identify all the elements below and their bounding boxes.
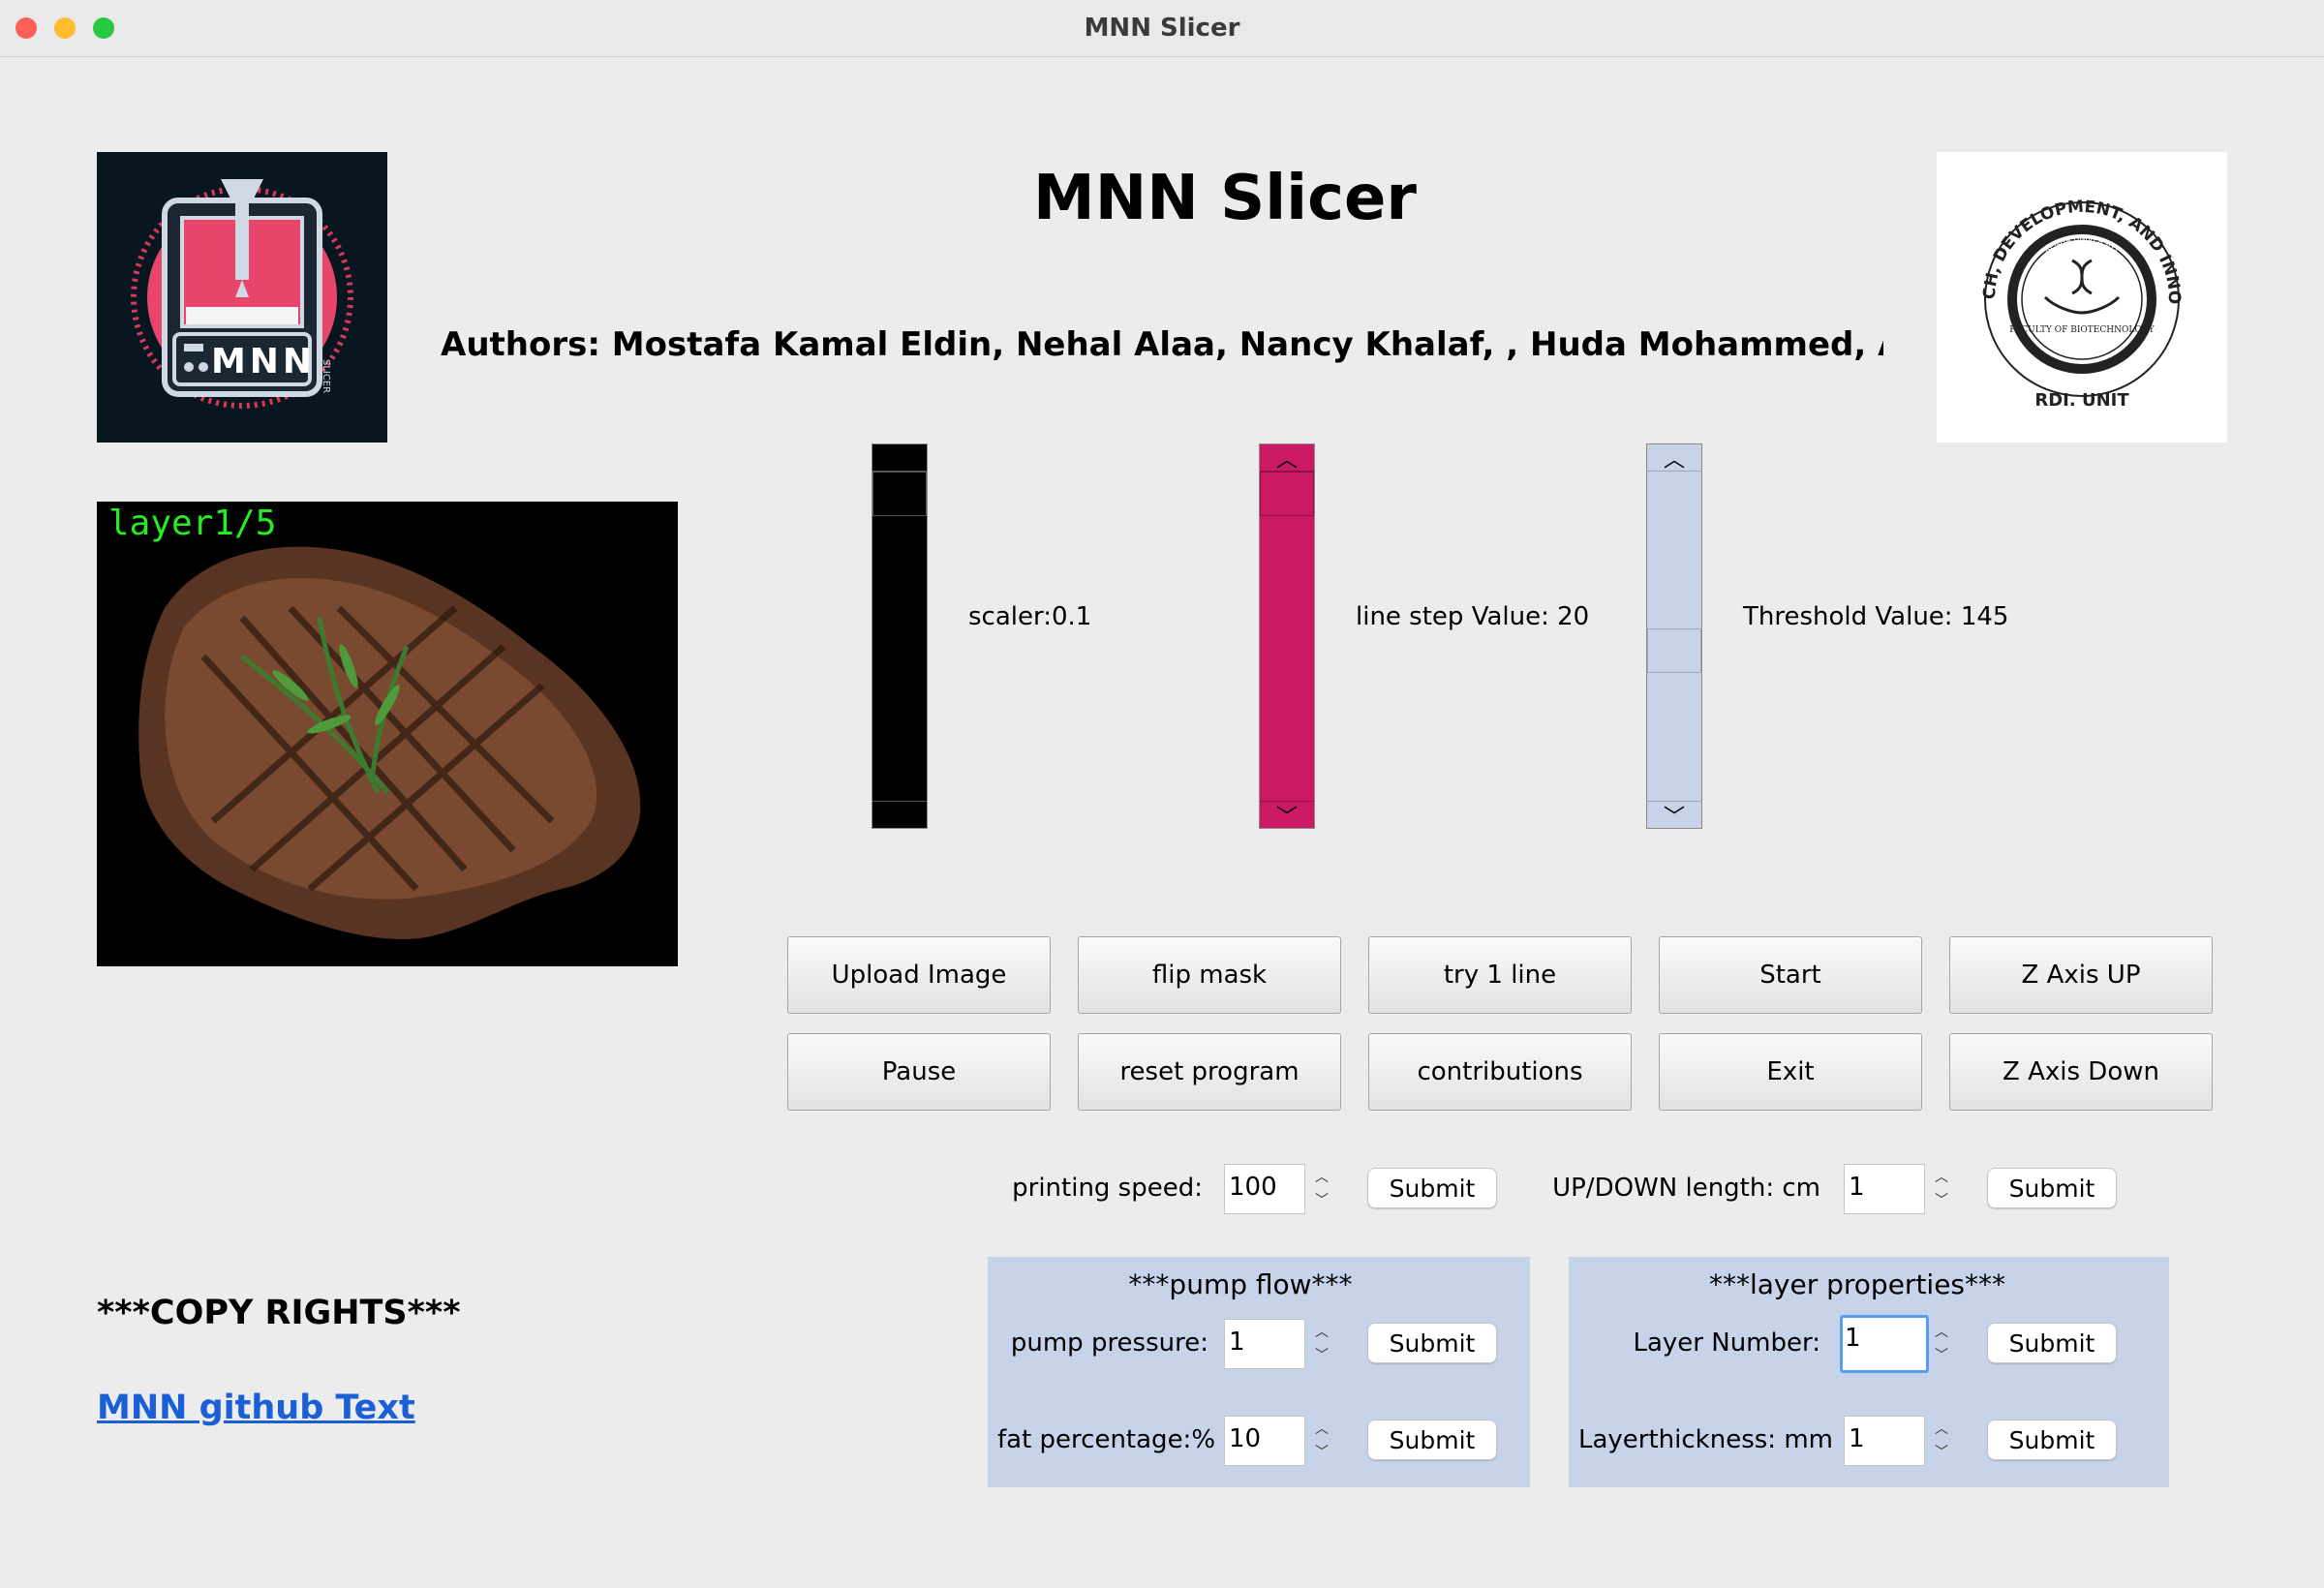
pump-pressure-input[interactable]: 1: [1224, 1319, 1305, 1369]
printer-logo-icon: MNN SLICER: [131, 179, 353, 409]
updown-length-input[interactable]: 1: [1844, 1164, 1925, 1214]
stepper-down-icon[interactable]: ﹀: [1315, 1191, 1329, 1210]
svg-text:FACULTY OF BIOTECHNOLOGY: FACULTY OF BIOTECHNOLOGY: [2009, 325, 2155, 335]
stepper-up-icon[interactable]: ︿: [1315, 1420, 1329, 1439]
rdi-unit-logo: RESEARCH, DEVELOPMENT, AND INNOVATION BE…: [1930, 137, 2227, 443]
window-title: MNN Slicer: [1084, 14, 1240, 43]
svg-text:MNN: MNN: [211, 342, 316, 382]
stepper-up-icon[interactable]: ︿: [1315, 1168, 1329, 1187]
flip-mask-button[interactable]: flip mask: [1078, 936, 1341, 1014]
updown-length-stepper[interactable]: ︿ ﹀: [1931, 1168, 1952, 1210]
pause-button[interactable]: Pause: [787, 1033, 1051, 1111]
fat-percentage-submit-button[interactable]: Submit: [1367, 1420, 1497, 1460]
stepper-up-icon[interactable]: ︿: [1315, 1323, 1329, 1342]
stepper-down-icon[interactable]: ﹀: [1935, 1346, 1948, 1365]
fat-percentage-label: fat percentage:%: [997, 1425, 1216, 1454]
authors-text: Authors: Mostafa Kamal Eldin, Nehal Alaa…: [441, 325, 1883, 364]
upload-image-button[interactable]: Upload Image: [787, 936, 1051, 1014]
svg-text:SLICER: SLICER: [321, 359, 331, 393]
layer-indicator: layer1/5: [108, 504, 277, 543]
line-step-slider-thumb[interactable]: [1260, 472, 1314, 516]
pump-pressure-submit-button[interactable]: Submit: [1367, 1323, 1497, 1363]
copyright-text: ***COPY RIGHTS***: [97, 1294, 461, 1332]
pump-pressure-label: pump pressure:: [1010, 1328, 1208, 1358]
updown-length-submit-button[interactable]: Submit: [1987, 1168, 2117, 1208]
stepper-down-icon[interactable]: ﹀: [1935, 1191, 1948, 1210]
start-button[interactable]: Start: [1659, 936, 1922, 1014]
layer-number-submit-button[interactable]: Submit: [1987, 1323, 2117, 1363]
stepper-down-icon[interactable]: ﹀: [1315, 1443, 1329, 1462]
printing-speed-input[interactable]: 100: [1224, 1164, 1305, 1214]
stepper-down-icon[interactable]: ﹀: [1935, 1443, 1948, 1462]
contributions-button[interactable]: contributions: [1368, 1033, 1632, 1111]
stepper-up-icon[interactable]: ︿: [1935, 1420, 1948, 1439]
pump-pressure-stepper[interactable]: ︿ ﹀: [1311, 1323, 1332, 1365]
fat-percentage-stepper[interactable]: ︿ ﹀: [1311, 1420, 1332, 1462]
scaler-slider-thumb[interactable]: [872, 472, 927, 516]
z-axis-down-button[interactable]: Z Axis Down: [1949, 1033, 2213, 1111]
university-seal-icon: RESEARCH, DEVELOPMENT, AND INNOVATION BE…: [1930, 137, 2184, 411]
scaler-down-arrow-icon[interactable]: [872, 801, 927, 828]
layer-properties-title: ***layer properties***: [1708, 1268, 2006, 1300]
line-step-slider[interactable]: ︿ ﹀: [1259, 443, 1315, 830]
fat-percentage-input[interactable]: 10: [1224, 1416, 1305, 1466]
layer-thickness-submit-button[interactable]: Submit: [1987, 1420, 2117, 1460]
mnn-logo: MNN SLICER: [97, 152, 387, 443]
try-one-line-button[interactable]: try 1 line: [1368, 936, 1632, 1014]
app-title: MNN Slicer: [1033, 163, 1417, 234]
printing-speed-stepper[interactable]: ︿ ﹀: [1311, 1168, 1332, 1210]
line-step-label: line step Value: 20: [1356, 602, 1590, 631]
threshold-up-arrow-icon[interactable]: ︿: [1647, 444, 1701, 473]
updown-length-label: UP/DOWN length: cm: [1552, 1174, 1820, 1203]
layer-thickness-input[interactable]: 1: [1844, 1416, 1925, 1466]
scaler-label: scaler:0.1: [968, 602, 1092, 631]
z-axis-up-button[interactable]: Z Axis UP: [1949, 936, 2213, 1014]
stepper-up-icon[interactable]: ︿: [1935, 1168, 1948, 1187]
scaler-slider[interactable]: [872, 443, 928, 829]
github-link[interactable]: MNN github Text: [97, 1389, 415, 1427]
threshold-label: Threshold Value: 145: [1743, 602, 2009, 631]
layer-thickness-label: Layerthickness: mm: [1578, 1425, 1833, 1454]
threshold-down-arrow-icon[interactable]: ﹀: [1647, 801, 1701, 830]
line-step-up-arrow-icon[interactable]: ︿: [1260, 444, 1314, 473]
image-preview: layer1/5: [97, 502, 678, 966]
layer-number-input[interactable]: 1: [1840, 1315, 1929, 1373]
reset-program-button[interactable]: reset program: [1078, 1033, 1341, 1111]
layer-number-label: Layer Number:: [1633, 1328, 1820, 1358]
printing-speed-label: printing speed:: [1012, 1174, 1203, 1203]
layer-thickness-stepper[interactable]: ︿ ﹀: [1931, 1420, 1952, 1462]
threshold-slider-thumb[interactable]: [1647, 628, 1701, 673]
threshold-slider[interactable]: ︿ ﹀: [1646, 443, 1702, 830]
exit-button[interactable]: Exit: [1659, 1033, 1922, 1111]
scaler-up-arrow-icon[interactable]: [872, 444, 927, 472]
steak-image: [138, 546, 641, 939]
stepper-up-icon[interactable]: ︿: [1935, 1323, 1948, 1342]
line-step-down-arrow-icon[interactable]: ﹀: [1260, 801, 1314, 830]
svg-text:RDI. UNIT: RDI. UNIT: [2034, 390, 2129, 411]
stepper-down-icon[interactable]: ﹀: [1315, 1346, 1329, 1365]
printing-speed-submit-button[interactable]: Submit: [1367, 1168, 1497, 1208]
pump-flow-title: ***pump flow***: [1128, 1268, 1353, 1300]
layer-number-stepper[interactable]: ︿ ﹀: [1931, 1323, 1952, 1365]
